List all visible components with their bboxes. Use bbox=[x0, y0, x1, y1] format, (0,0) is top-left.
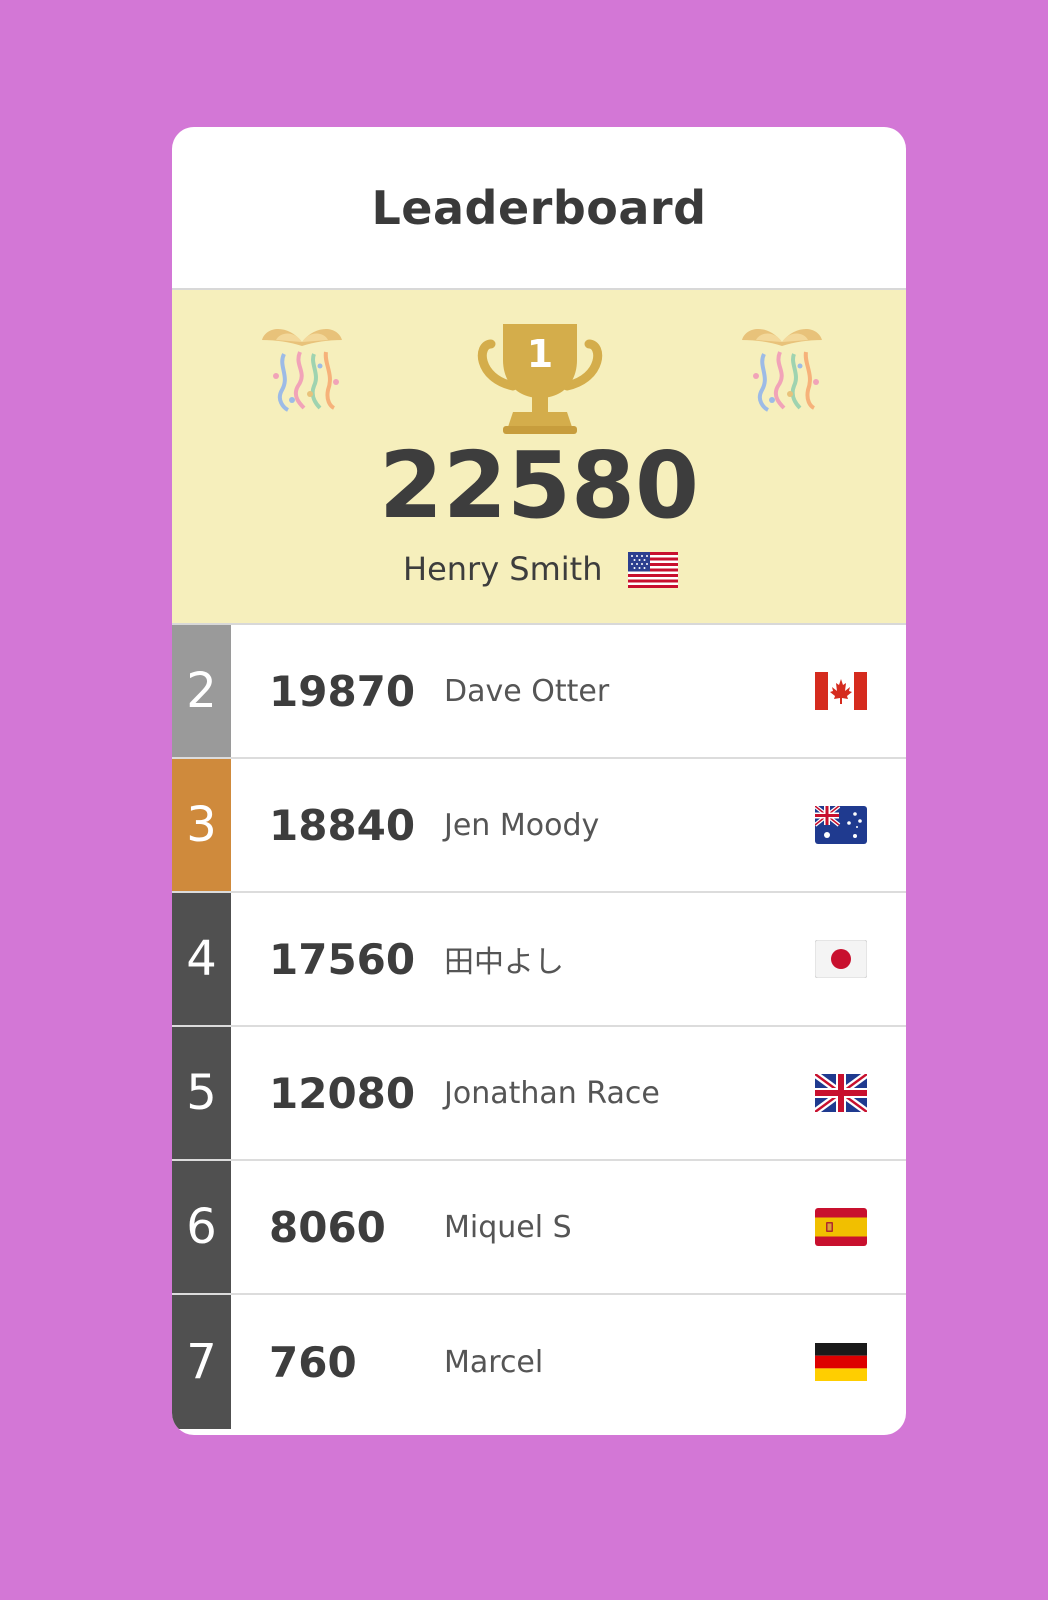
player-name: Dave Otter bbox=[444, 673, 610, 709]
winner-panel: 1 22580 Henry Smith bbox=[172, 290, 906, 625]
player-name: Miquel S bbox=[444, 1209, 572, 1245]
score: 8060 bbox=[269, 1202, 386, 1252]
germany-flag-icon bbox=[815, 1343, 867, 1381]
list-item[interactable]: 4 17560 田中よし bbox=[172, 893, 906, 1027]
player-name: 田中よし bbox=[444, 945, 564, 980]
spain-flag-icon bbox=[815, 1208, 867, 1246]
party-popper-icon bbox=[734, 320, 830, 416]
leaderboard-card: Leaderboard 1 22580 Henry Smith 2 19870 … bbox=[172, 127, 906, 1435]
japan-flag-icon bbox=[815, 940, 867, 978]
rank-badge: 2 bbox=[172, 625, 231, 757]
page-title: Leaderboard bbox=[371, 180, 707, 235]
score: 19870 bbox=[269, 666, 416, 716]
player-name: Jen Moody bbox=[444, 807, 600, 843]
rank-badge: 5 bbox=[172, 1027, 231, 1159]
list-item[interactable]: 2 19870 Dave Otter bbox=[172, 625, 906, 759]
rank-badge: 7 bbox=[172, 1295, 231, 1429]
list-item[interactable]: 5 12080 Jonathan Race bbox=[172, 1027, 906, 1161]
us-flag-icon bbox=[628, 552, 678, 588]
list-item[interactable]: 7 760 Marcel bbox=[172, 1295, 906, 1429]
score: 12080 bbox=[269, 1068, 416, 1118]
rank-badge: 3 bbox=[172, 759, 231, 891]
winner-score: 22580 bbox=[378, 432, 700, 539]
leaderboard-list: 2 19870 Dave Otter 3 18840 Jen Moody 4 1… bbox=[172, 625, 906, 1429]
list-item[interactable]: 3 18840 Jen Moody bbox=[172, 759, 906, 893]
uk-flag-icon bbox=[815, 1074, 867, 1112]
score: 18840 bbox=[269, 800, 416, 850]
player-name: Marcel bbox=[444, 1344, 544, 1380]
winner-rank: 1 bbox=[526, 332, 554, 376]
party-popper-icon bbox=[254, 320, 350, 416]
list-item[interactable]: 6 8060 Miquel S bbox=[172, 1161, 906, 1295]
leaderboard-header: Leaderboard bbox=[172, 127, 906, 290]
rank-badge: 6 bbox=[172, 1161, 231, 1293]
australia-flag-icon bbox=[815, 806, 867, 844]
rank-badge: 4 bbox=[172, 893, 231, 1025]
score: 17560 bbox=[269, 934, 416, 984]
player-name: Jonathan Race bbox=[444, 1075, 660, 1111]
trophy-icon: 1 bbox=[477, 320, 603, 436]
winner-name: Henry Smith bbox=[403, 550, 603, 588]
score: 760 bbox=[269, 1337, 357, 1387]
canada-flag-icon bbox=[815, 672, 867, 710]
